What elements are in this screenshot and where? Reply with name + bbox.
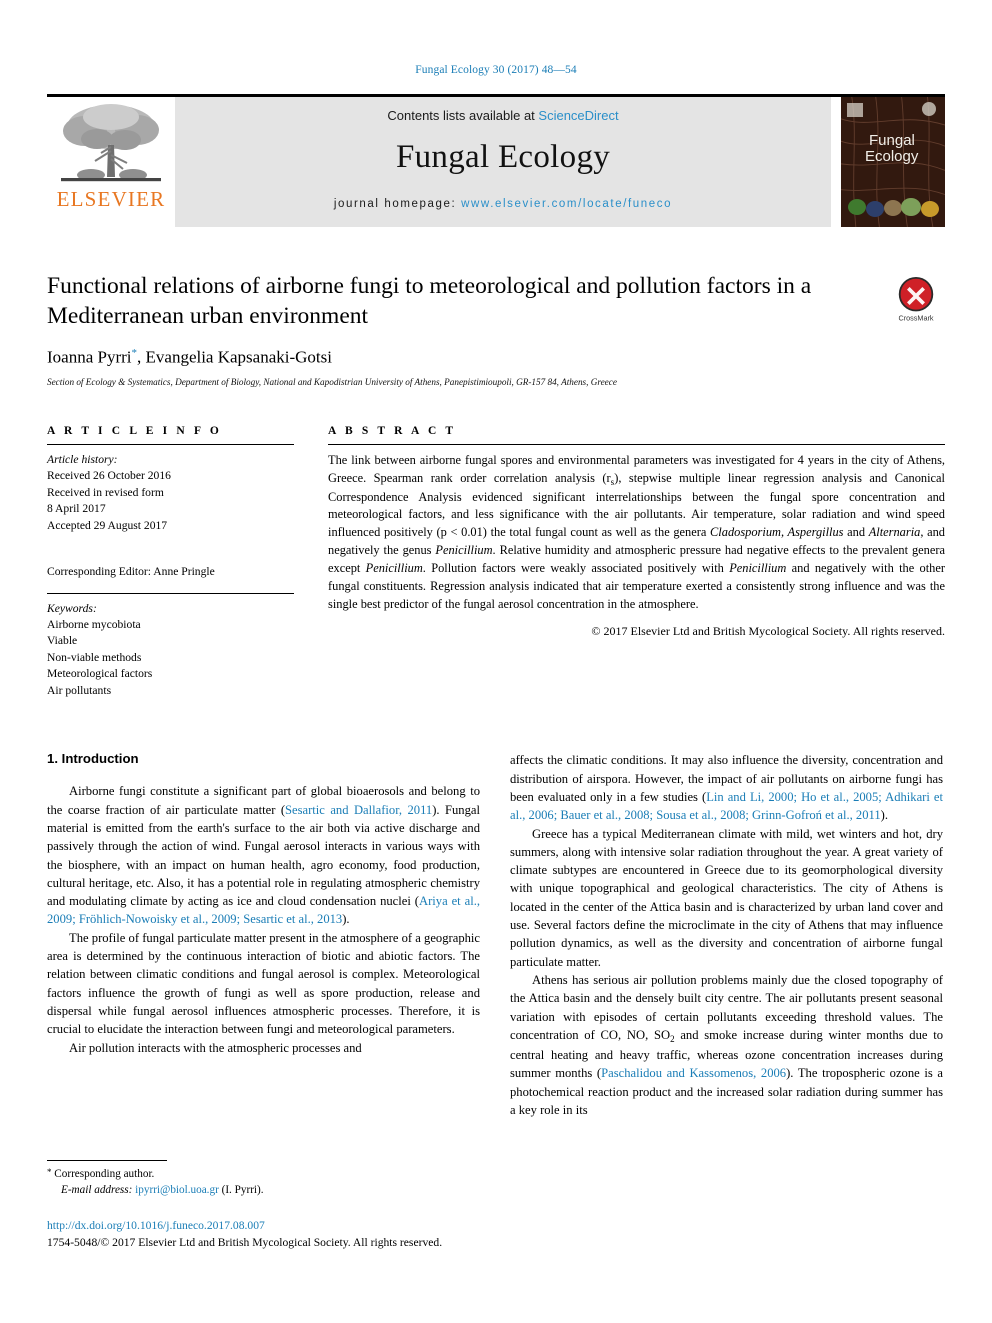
running-head: Fungal Ecology 30 (2017) 48—54: [415, 64, 577, 76]
svg-text:Fungal: Fungal: [869, 132, 915, 149]
contents-available-line: Contents lists available at ScienceDirec…: [387, 108, 618, 123]
footnote-star-marker: *: [47, 1167, 52, 1177]
abstract-genus-3: Penicillium: [435, 543, 493, 558]
keyword-1: Viable: [47, 634, 78, 648]
divider: [47, 443, 294, 445]
page-title: Functional relations of airborne fungi t…: [47, 273, 812, 330]
section-heading-introduction: 1. Introduction: [47, 751, 139, 767]
footnote-block: * Corresponding author. E-mail address: …: [47, 1160, 480, 1198]
article-history: Article history: Received 26 October 201…: [47, 452, 294, 534]
article-history-label: Article history:: [47, 452, 118, 466]
doi-link[interactable]: http://dx.doi.org/10.1016/j.funeco.2017.…: [47, 1218, 607, 1235]
body-column-left: 1. Introduction Airborne fungi constitut…: [47, 751, 480, 1159]
article-info-heading: A R T I C L E I N F O: [47, 424, 222, 437]
paragraph: affects the climatic conditions. It may …: [510, 751, 943, 824]
paper-page: Fungal Ecology 30 (2017) 48—54 ELSEVIER …: [0, 0, 992, 1323]
citation-link[interactable]: Paschalidou and Kassomenos, 2006: [601, 1066, 786, 1080]
info-abstract-region: A R T I C L E I N F O Article history: R…: [47, 425, 945, 699]
keyword-3: Meteorological factors: [47, 667, 153, 681]
journal-homepage-line: journal homepage: www.elsevier.com/locat…: [334, 198, 672, 210]
keyword-2: Non-viable methods: [47, 650, 142, 664]
sciencedirect-link[interactable]: ScienceDirect: [538, 108, 618, 123]
elsevier-tree-icon: [61, 104, 161, 182]
history-item-3: Accepted 29 August 2017: [47, 518, 168, 532]
keywords-block: Keywords: Airborne mycobiota Viable Non-…: [47, 601, 294, 700]
paragraph: The profile of fungal particulate matter…: [47, 930, 480, 1037]
cover-artwork: Fungal Ecology: [841, 97, 945, 227]
journal-banner: Contents lists available at ScienceDirec…: [175, 97, 831, 227]
corresponding-author-note: * Corresponding author.: [47, 1166, 480, 1183]
email-owner: (I. Pyrri).: [221, 1183, 264, 1196]
divider: [328, 443, 945, 445]
affiliation: Section of Ecology & Systematics, Depart…: [47, 376, 617, 387]
crossmark-label: CrossMark: [898, 313, 933, 322]
history-item-0: Received 26 October 2016: [47, 469, 171, 483]
contents-prefix: Contents lists available at: [387, 108, 539, 123]
abstract-genus-4: Penicillium: [365, 561, 423, 576]
abstract-text: The link between airborne fungal spores …: [328, 452, 945, 614]
para-text: ).: [342, 912, 350, 927]
author-list: Ioanna Pyrri*, Evangelia Kapsanaki-Gotsi: [47, 347, 945, 368]
abstract-genus-2: Alternaria: [868, 525, 921, 540]
abstract-part-3: and: [843, 525, 869, 540]
body-columns: 1. Introduction Airborne fungi constitut…: [47, 751, 945, 1159]
para-text: ). Fungal material is emitted from the e…: [47, 802, 480, 909]
title-block: CrossMark Functional relations of airbor…: [47, 271, 945, 387]
paragraph: Airborne fungi constitute a significant …: [47, 782, 480, 929]
abstract-copyright: © 2017 Elsevier Ltd and British Mycologi…: [591, 623, 945, 638]
keywords-label: Keywords:: [47, 601, 97, 615]
email-note: E-mail address: ipyrri@biol.uoa.gr (I. P…: [47, 1183, 480, 1199]
history-item-2: 8 April 2017: [47, 502, 106, 516]
corresponding-editor: Corresponding Editor: Anne Pringle: [47, 565, 215, 579]
keyword-0: Airborne mycobiota: [47, 617, 141, 631]
homepage-url-link[interactable]: www.elsevier.com/locate/funeco: [461, 198, 672, 210]
elsevier-wordmark: ELSEVIER: [56, 187, 166, 211]
author-primary: Ioanna Pyrri: [47, 347, 132, 367]
abstract-genus-5: Penicillium: [729, 561, 787, 576]
corresponding-author-text: Corresponding author.: [54, 1168, 155, 1180]
divider: [47, 592, 294, 594]
email-link[interactable]: ipyrri@biol.uoa.gr: [135, 1184, 219, 1196]
journal-masthead: ELSEVIER Contents lists available at Sci…: [47, 94, 945, 227]
history-item-1: Received in revised form: [47, 485, 164, 499]
issn-copyright-line: 1754-5048/© 2017 Elsevier Ltd and Britis…: [47, 1235, 443, 1249]
svg-text:Ecology: Ecology: [865, 148, 919, 165]
abstract-part-6: . Pollution factors were weakly associat…: [422, 561, 730, 576]
journal-title: Fungal Ecology: [395, 139, 611, 175]
paragraph: Greece has a typical Mediterranean clima…: [510, 826, 943, 969]
author-secondary: , Evangelia Kapsanaki-Gotsi: [137, 347, 332, 367]
keyword-4: Air pollutants: [47, 683, 112, 697]
body-column-right: affects the climatic conditions. It may …: [510, 751, 943, 1159]
crossmark-badge-icon[interactable]: CrossMark: [887, 267, 945, 325]
para-text: ).: [880, 808, 888, 823]
paragraph: Air pollution interacts with the atmosph…: [69, 1040, 362, 1055]
article-info-column: A R T I C L E I N F O Article history: R…: [47, 425, 294, 699]
citation-link[interactable]: Sesartic and Dallafior, 2011: [285, 803, 432, 817]
homepage-prefix: journal homepage:: [333, 198, 462, 210]
journal-cover-thumbnail: Fungal Ecology: [841, 97, 945, 227]
abstract-heading: A B S T R A C T: [328, 424, 457, 437]
abstract-column: A B S T R A C T The link between airborn…: [328, 425, 945, 699]
email-label: E-mail address:: [61, 1183, 133, 1196]
elsevier-logo: ELSEVIER: [47, 97, 175, 227]
paragraph: Athens has serious air pollution problem…: [510, 971, 943, 1119]
abstract-genus-1: Cladosporium, Aspergillus: [710, 525, 844, 540]
doi-block: http://dx.doi.org/10.1016/j.funeco.2017.…: [47, 1218, 607, 1252]
footnote-divider: [47, 1160, 167, 1161]
